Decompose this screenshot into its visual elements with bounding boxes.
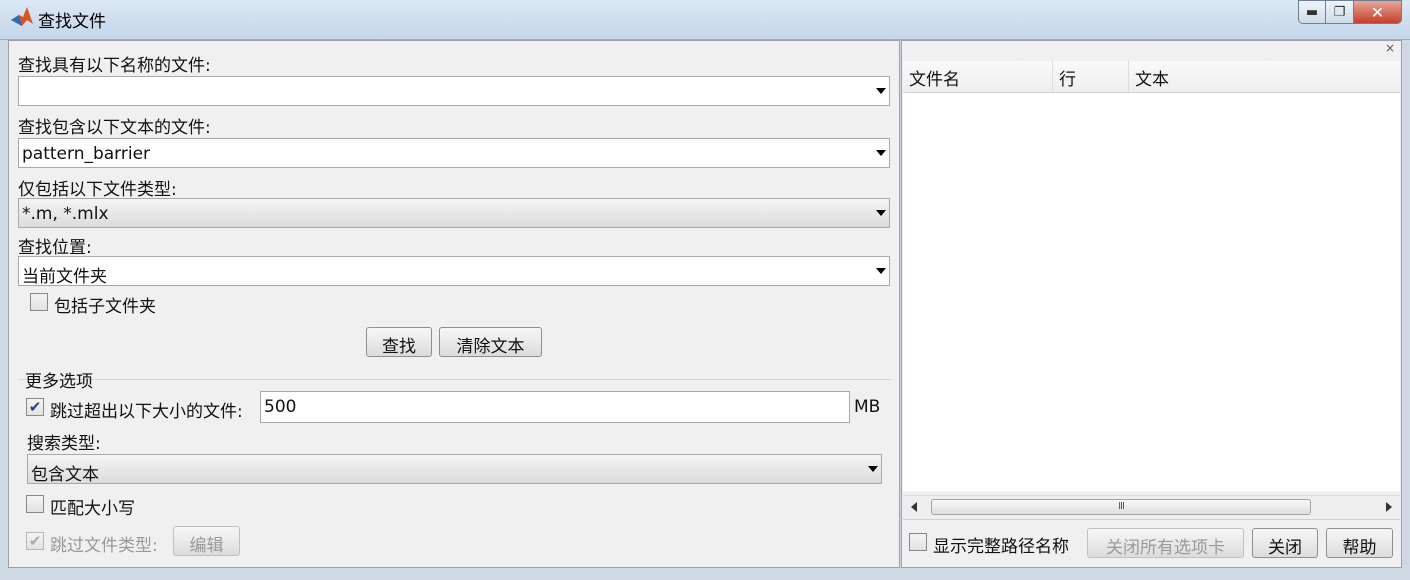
show-full-path-checkbox[interactable] — [909, 533, 927, 551]
maximize-button[interactable]: ❐ — [1326, 0, 1354, 24]
skip-size-input[interactable]: 500 — [260, 391, 850, 423]
name-combo[interactable] — [18, 76, 890, 106]
search-type-value: 包含文本 — [31, 465, 99, 485]
skip-types-checkbox[interactable]: ✔ — [26, 532, 44, 550]
minimize-button[interactable]: ▬ — [1298, 0, 1326, 24]
close-icon: ✕ — [1370, 2, 1385, 22]
table-header: 文件名 行 文本 — [903, 61, 1400, 93]
scroll-thumb[interactable]: III — [931, 499, 1311, 515]
column-header-filename[interactable]: 文件名 — [903, 61, 1053, 93]
title-bar: 查找文件 ▬ ❐ ✕ — [0, 0, 1410, 40]
skip-size-label: 跳过超出以下大小的文件: — [50, 402, 243, 422]
text-label: 查找包含以下文本的文件: — [18, 118, 211, 138]
type-label: 仅包括以下文件类型: — [18, 180, 177, 200]
results-footer: 显示完整路径名称 关闭所有选项卡 关闭 帮助 — [903, 519, 1400, 567]
checkmark-icon: ✔ — [28, 532, 42, 550]
search-type-label: 搜索类型: — [27, 434, 101, 454]
clear-text-button[interactable]: 清除文本 — [439, 327, 542, 357]
chevron-down-icon — [876, 268, 886, 274]
location-label: 查找位置: — [18, 238, 92, 258]
window-title: 查找文件 — [38, 12, 106, 32]
close-all-tabs-button[interactable]: 关闭所有选项卡 — [1087, 528, 1244, 558]
maximize-icon: ❐ — [1333, 4, 1346, 20]
minimize-icon: ▬ — [1305, 4, 1319, 20]
skip-types-label: 跳过文件类型: — [50, 536, 158, 556]
scroll-right-icon[interactable] — [1386, 502, 1392, 512]
chevron-down-icon — [876, 88, 886, 94]
column-header-text[interactable]: 文本 — [1129, 61, 1400, 93]
match-case-checkbox[interactable] — [26, 495, 44, 513]
name-label: 查找具有以下名称的文件: — [18, 56, 211, 76]
text-value: pattern_barrier — [22, 144, 151, 164]
horizontal-scrollbar[interactable]: III — [903, 495, 1400, 517]
chevron-down-icon — [868, 466, 878, 472]
location-value: 当前文件夹 — [22, 267, 107, 287]
results-table[interactable]: 文件名 行 文本 — [903, 61, 1400, 491]
search-panel: 查找具有以下名称的文件: 查找包含以下文本的文件: pattern_barrie… — [8, 40, 900, 568]
close-button[interactable]: 关闭 — [1252, 528, 1318, 558]
type-value: *.m, *.mlx — [22, 204, 109, 224]
location-combo[interactable]: 当前文件夹 — [18, 256, 890, 287]
chevron-down-icon — [876, 150, 886, 156]
column-header-line[interactable]: 行 — [1053, 61, 1129, 93]
type-combo[interactable]: *.m, *.mlx — [18, 198, 890, 228]
help-button[interactable]: 帮助 — [1326, 528, 1393, 558]
subfolders-checkbox[interactable] — [30, 293, 48, 311]
chevron-down-icon — [876, 210, 886, 216]
close-window-button[interactable]: ✕ — [1354, 0, 1402, 24]
edit-button[interactable]: 编辑 — [173, 526, 240, 556]
matlab-logo-icon — [11, 7, 33, 26]
text-combo[interactable]: pattern_barrier — [18, 138, 890, 168]
scroll-left-icon[interactable] — [911, 502, 917, 512]
find-button[interactable]: 查找 — [366, 327, 432, 357]
subfolders-label: 包括子文件夹 — [54, 297, 156, 317]
match-case-label: 匹配大小写 — [50, 499, 135, 519]
size-unit-label: MB — [854, 397, 881, 417]
checkmark-icon: ✔ — [28, 398, 42, 416]
more-options-heading: 更多选项 — [25, 372, 93, 392]
show-full-path-label: 显示完整路径名称 — [933, 537, 1069, 557]
panel-close-icon[interactable]: × — [1385, 41, 1395, 55]
background-strip — [0, 568, 1410, 580]
search-type-combo[interactable]: 包含文本 — [27, 454, 882, 485]
results-panel: × 文件名 行 文本 III 显示完整路径名称 关闭所有选项卡 关闭 帮助 — [901, 40, 1402, 568]
skip-size-checkbox[interactable]: ✔ — [26, 398, 44, 416]
